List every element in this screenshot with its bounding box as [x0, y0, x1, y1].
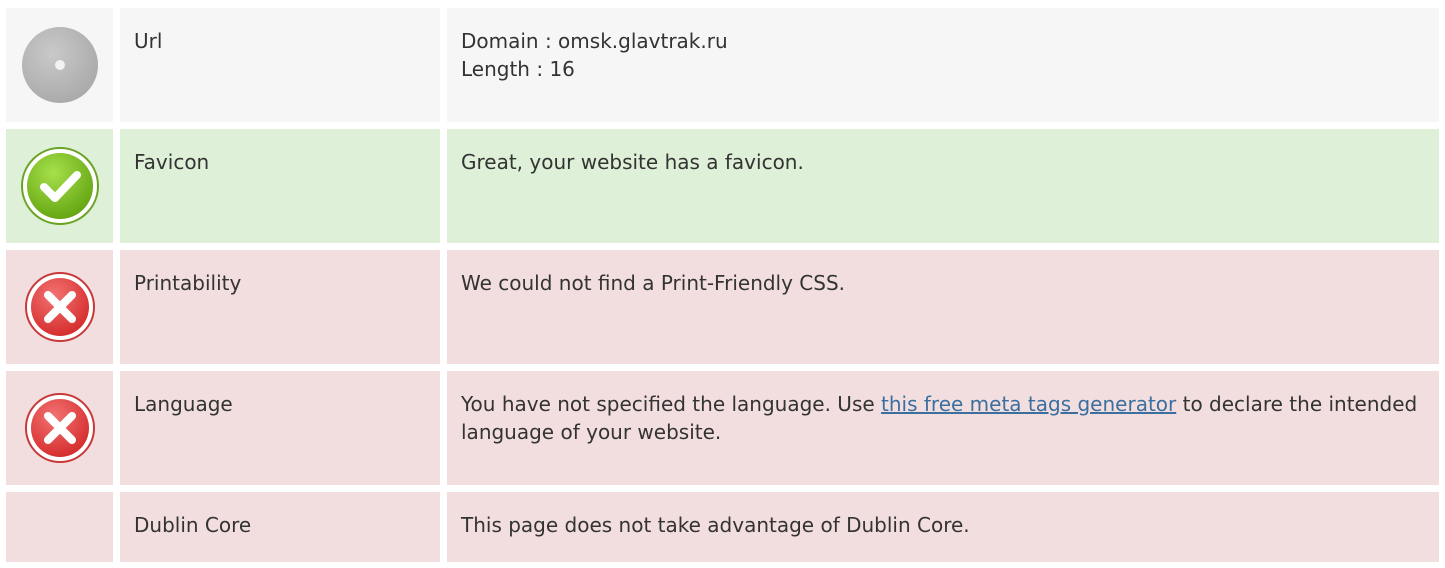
row-label: Printability [120, 250, 440, 364]
row-label: Dublin Core [120, 492, 440, 562]
row-label: Url [120, 8, 440, 122]
error-x-icon [24, 392, 96, 464]
status-cell [6, 250, 113, 364]
result-row-dublin-core: Dublin Core This page does not take adva… [6, 492, 1439, 562]
check-icon [20, 146, 100, 226]
row-label: Favicon [120, 129, 440, 243]
row-value: You have not specified the language. Use… [447, 371, 1439, 485]
status-cell [6, 8, 113, 122]
row-label: Language [120, 371, 440, 485]
result-row-url: Url Domain : omsk.glavtrak.ru Length : 1… [6, 8, 1439, 122]
language-text-before: You have not specified the language. Use [461, 392, 882, 416]
result-row-printability: Printability We could not find a Print-F… [6, 250, 1439, 364]
domain-text: Domain : omsk.glavtrak.ru [461, 29, 728, 53]
result-row-favicon: Favicon Great, your website has a favico… [6, 129, 1439, 243]
seo-results-table: Url Domain : omsk.glavtrak.ru Length : 1… [6, 8, 1439, 562]
meta-tags-generator-link[interactable]: this free meta tags generator [881, 392, 1176, 416]
row-value: We could not find a Print-Friendly CSS. [447, 250, 1439, 364]
result-row-language: Language You have not specified the lang… [6, 371, 1439, 485]
length-text: Length : 16 [461, 57, 575, 81]
row-value: This page does not take advantage of Dub… [447, 492, 1439, 562]
error-x-icon [24, 271, 96, 343]
status-cell [6, 129, 113, 243]
status-cell [6, 371, 113, 485]
status-cell [6, 492, 113, 562]
row-value: Great, your website has a favicon. [447, 129, 1439, 243]
row-value: Domain : omsk.glavtrak.ru Length : 16 [447, 8, 1439, 122]
neutral-disc-icon [20, 25, 100, 105]
